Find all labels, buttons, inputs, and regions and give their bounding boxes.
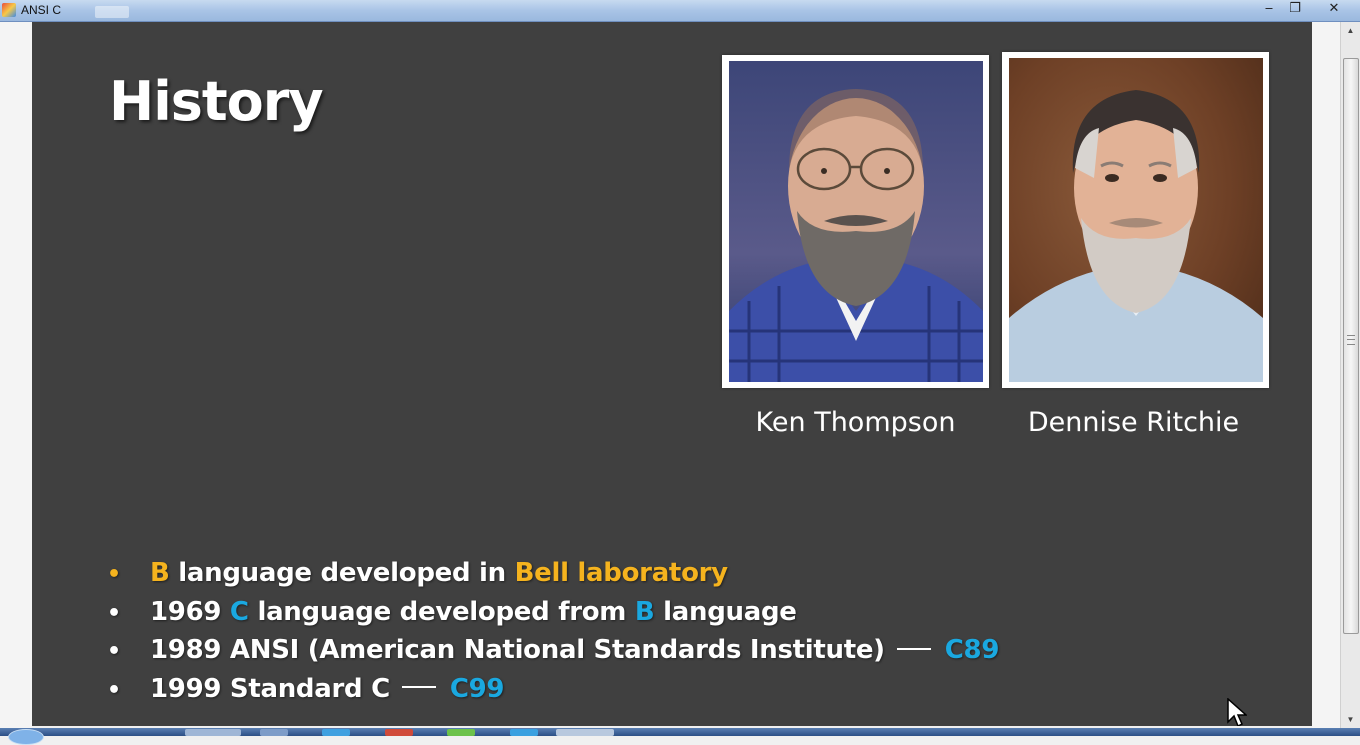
- photo-ken-thompson: [722, 55, 989, 388]
- taskbar-item[interactable]: [322, 729, 350, 736]
- bullet-text: language developed from: [248, 596, 635, 627]
- highlight-b: B: [150, 558, 170, 588]
- highlight-c: C: [229, 596, 249, 627]
- photo-dennise-ritchie: [1002, 52, 1269, 388]
- bullet-marker: •: [107, 562, 121, 587]
- version-c89: C89: [944, 635, 1000, 665]
- list-item: • 1999 Standard C C99: [107, 670, 999, 709]
- start-button[interactable]: [8, 729, 44, 745]
- arrow-up-icon[interactable]: ▲: [1341, 22, 1360, 39]
- history-bullet-list: • B language developed in Bell laboratory…: [107, 554, 999, 708]
- caption-dennise-ritchie: Dennise Ritchie: [1027, 407, 1240, 438]
- grip-icon: [1347, 335, 1355, 345]
- portrait-image: [729, 61, 983, 382]
- dash-separator: [896, 647, 931, 650]
- list-item: • B language developed in Bell laboratory: [107, 554, 999, 593]
- bullet-marker: •: [107, 600, 121, 626]
- app-icon[interactable]: [2, 3, 16, 17]
- portrait-illustration: [1009, 90, 1263, 382]
- taskbar: [0, 728, 1360, 745]
- bullet-text: language: [654, 596, 797, 627]
- bullet-text: 1999 Standard C: [150, 673, 390, 704]
- caption-ken-thompson: Ken Thompson: [755, 407, 956, 438]
- portrait-illustration: [729, 89, 983, 382]
- bullet-text: 1969: [150, 596, 230, 627]
- bullet-text: language developed in: [169, 558, 515, 588]
- taskbar-item[interactable]: [185, 729, 241, 736]
- mouse-pointer-icon: [1227, 698, 1247, 726]
- bullet-marker: •: [107, 639, 121, 664]
- dash-separator: [401, 686, 436, 688]
- arrow-down-icon[interactable]: ▼: [1341, 711, 1360, 728]
- presentation-slide: History Ken Thompson Dennise Ritchie • B…: [32, 22, 1312, 726]
- taskbar-item[interactable]: [385, 729, 413, 736]
- vertical-scrollbar[interactable]: ▲ ▼: [1340, 22, 1360, 728]
- taskbar-item[interactable]: [447, 729, 475, 736]
- taskbar-item[interactable]: [260, 729, 288, 736]
- slide-title: History: [109, 70, 324, 133]
- taskbar-item[interactable]: [510, 729, 538, 736]
- restore-button[interactable]: ❐: [1282, 0, 1308, 18]
- highlight-bell-laboratory: Bell laboratory: [514, 558, 728, 588]
- taskbar-item[interactable]: [556, 729, 614, 736]
- bullet-marker: •: [107, 677, 121, 703]
- bullet-text: 1989 ANSI (American National Standards I…: [150, 635, 885, 665]
- list-item: • 1969 C language developed from B langua…: [107, 593, 999, 632]
- list-item: • 1989 ANSI (American National Standards …: [107, 631, 999, 670]
- viewer-left-margin: [0, 22, 32, 728]
- portrait-image: [1009, 58, 1263, 382]
- window-titlebar: ANSI C ‒ ❐ ✕: [0, 0, 1360, 22]
- viewer-right-margin: [1312, 22, 1340, 728]
- title-bar-tab-ghost: [95, 6, 129, 18]
- highlight-b: B: [634, 596, 655, 627]
- close-button[interactable]: ✕: [1318, 0, 1350, 18]
- version-c99: C99: [449, 673, 505, 704]
- minimize-button[interactable]: ‒: [1256, 0, 1282, 18]
- window-title: ANSI C: [21, 3, 62, 17]
- scrollbar-thumb[interactable]: [1343, 58, 1359, 634]
